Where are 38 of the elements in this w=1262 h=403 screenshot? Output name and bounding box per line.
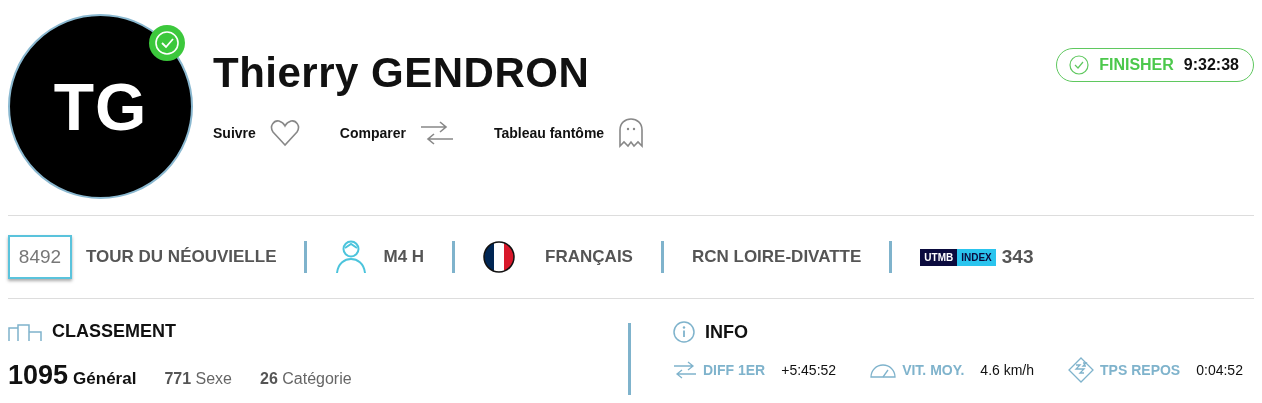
info-label: DIFF 1ER xyxy=(703,362,766,378)
logo-badge: INDEX xyxy=(957,248,996,266)
club-name: RCN LOIRE-DIVATTE xyxy=(691,247,862,267)
info-value: 0:04:52 xyxy=(1196,362,1243,378)
finish-time: 9:32:38 xyxy=(1183,56,1239,74)
info-label: TPS REPOS xyxy=(1100,362,1181,378)
ranking-stat: 771 Sexe xyxy=(164,370,232,388)
status-label: FINISHER xyxy=(1099,56,1174,74)
arrows-icon xyxy=(419,121,454,145)
category-label: M4 H xyxy=(383,247,425,267)
avatar-initials: TG xyxy=(53,68,148,145)
info-icon xyxy=(673,321,695,343)
ranking-stat: 26 Catégorie xyxy=(260,370,352,388)
nationality-label: FRANÇAIS xyxy=(545,247,633,267)
info-label: VIT. MOY. xyxy=(902,362,965,378)
action-button[interactable]: Suivre xyxy=(213,119,300,147)
rank-value: 1095 xyxy=(8,360,69,391)
index-score: 343 xyxy=(1001,246,1034,268)
info-value: 4.6 km/h xyxy=(980,362,1035,378)
person-icon xyxy=(335,240,368,274)
check-circle-icon xyxy=(1069,55,1090,75)
logo-badge: UTMB xyxy=(920,248,958,266)
section-title: INFO xyxy=(705,321,748,343)
rank-label: Général xyxy=(73,369,137,389)
race-name: TOUR DU NÉOUVIELLE xyxy=(86,247,277,267)
runner-name: Thierry GENDRON xyxy=(213,48,591,98)
action-button[interactable]: Tableau fantôme xyxy=(493,118,645,148)
info-value: +5:45:52 xyxy=(781,362,837,378)
heart-icon xyxy=(269,119,300,147)
flag-icon xyxy=(483,241,516,273)
gauge-icon xyxy=(870,362,897,378)
bib-number: 8492 xyxy=(8,235,72,279)
buildings-icon xyxy=(8,321,42,342)
section-title: CLASSEMENT xyxy=(52,321,176,342)
ghost-icon xyxy=(618,118,645,148)
sleep-icon xyxy=(1068,357,1095,383)
action-button[interactable]: Comparer xyxy=(339,121,454,145)
arrows-icon xyxy=(673,360,697,380)
